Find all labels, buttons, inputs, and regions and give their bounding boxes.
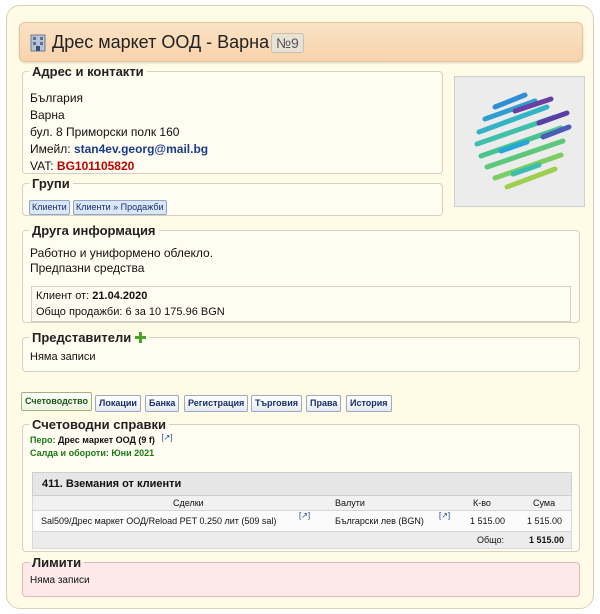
account-table-header: Сделки Валути К-во Сума bbox=[32, 496, 572, 511]
company-logo bbox=[454, 76, 585, 207]
deal-external-link-icon[interactable]: [↗] bbox=[299, 511, 310, 520]
representatives-legend: Представители bbox=[29, 330, 149, 345]
email-label: Имейл: bbox=[30, 142, 71, 156]
accounting-section: Счетоводни справки Перо: Дрес маркет ООД… bbox=[22, 417, 580, 552]
total-label: Общо: bbox=[477, 535, 504, 545]
other-info-legend: Друга информация bbox=[32, 223, 156, 238]
row-sum: 1 515.00 bbox=[527, 516, 563, 526]
globe-logo-icon bbox=[474, 92, 572, 190]
other-info-line-1: Работно и униформено облекло. bbox=[30, 246, 214, 260]
tab-locations[interactable]: Локации bbox=[95, 395, 141, 412]
client-since-label: Клиент от: bbox=[36, 290, 90, 302]
col-qty: К-во bbox=[473, 498, 491, 508]
tab-trade[interactable]: Търговия bbox=[251, 395, 303, 412]
email-row: Имейл: stan4ev.georg@mail.bg bbox=[30, 142, 208, 156]
vat-label: VAT: bbox=[30, 159, 54, 173]
groups-legend: Групи bbox=[32, 176, 70, 191]
accounting-legend: Счетоводни справки bbox=[32, 417, 166, 432]
tab-rights[interactable]: Права bbox=[306, 395, 342, 412]
other-info-line-2: Предпазни средства bbox=[30, 261, 145, 275]
representatives-empty: Няма записи bbox=[30, 351, 96, 363]
add-representative-icon[interactable] bbox=[134, 332, 146, 343]
col-currency: Валути bbox=[335, 498, 365, 508]
building-icon bbox=[30, 34, 46, 52]
tab-history[interactable]: История bbox=[346, 395, 392, 412]
account-table-title: 411. Вземания от клиенти bbox=[32, 472, 572, 496]
pero-external-link-icon[interactable]: [↗] bbox=[161, 433, 172, 442]
col-sum: Сума bbox=[533, 498, 556, 508]
limits-section: Лимити Няма записи bbox=[22, 555, 580, 597]
vat-row: VAT: BG101105820 bbox=[30, 159, 134, 173]
client-since-value: 21.04.2020 bbox=[92, 290, 148, 302]
address-country: България bbox=[30, 91, 84, 105]
table-row: Sal509/Дрес маркет ООД/Reload PET 0.250 … bbox=[32, 511, 572, 532]
representatives-title: Представители bbox=[32, 330, 132, 345]
group-tag-clients-sales[interactable]: Клиенти » Продажби bbox=[73, 200, 167, 215]
address-city: Варна bbox=[30, 108, 65, 122]
table-total-row: Общо: 1 515.00 bbox=[32, 532, 572, 549]
groups-section: Групи Клиенти Клиенти » Продажби bbox=[22, 176, 443, 216]
representatives-section: Представители Няма записи bbox=[22, 330, 580, 372]
other-info-section: Друга информация Работно и униформено об… bbox=[22, 223, 580, 323]
title-bar: Дрес маркет ООД - Варна №9 bbox=[19, 22, 583, 62]
total-sales: Общо продажби: 6 за 10 175.96 BGN bbox=[36, 306, 225, 318]
tab-registration[interactable]: Регистрация bbox=[184, 395, 249, 412]
group-tag-clients[interactable]: Клиенти bbox=[29, 200, 70, 215]
currency-external-link-icon[interactable]: [↗] bbox=[439, 511, 450, 520]
client-since-row: Клиент от: 21.04.2020 bbox=[36, 290, 147, 302]
address-section: Адрес и контакти България Варна бул. 8 П… bbox=[22, 64, 443, 174]
balances-link[interactable]: Салда и обороти: Юни 2021 bbox=[30, 448, 154, 458]
col-deals: Сделки bbox=[173, 498, 204, 508]
row-deal: Sal509/Дрес маркет ООД/Reload PET 0.250 … bbox=[41, 516, 277, 526]
client-summary-box: Клиент от: 21.04.2020 Общо продажби: 6 з… bbox=[31, 286, 571, 322]
total-value: 1 515.00 bbox=[529, 535, 565, 545]
vat-value: BG101105820 bbox=[56, 159, 135, 173]
row-qty: 1 515.00 bbox=[470, 516, 506, 526]
limits-legend: Лимити bbox=[32, 555, 82, 570]
page-container: Дрес маркет ООД - Варна №9 Адрес и конта… bbox=[6, 5, 594, 609]
pero-label: Перо: bbox=[30, 435, 56, 445]
limits-empty: Няма записи bbox=[30, 575, 90, 586]
page-title: Дрес маркет ООД - Варна bbox=[52, 32, 270, 52]
email-link[interactable]: stan4ev.georg@mail.bg bbox=[74, 142, 208, 156]
pero-row: Перо: Дрес маркет ООД (9 f) [↗] bbox=[30, 433, 173, 445]
tab-accounting[interactable]: Счетоводство bbox=[21, 392, 92, 411]
address-street: бул. 8 Приморски полк 160 bbox=[30, 125, 180, 139]
record-number-badge: №9 bbox=[271, 33, 304, 53]
address-legend: Адрес и контакти bbox=[32, 64, 144, 79]
row-currency: Български лев (BGN) bbox=[335, 516, 424, 526]
pero-value[interactable]: Дрес маркет ООД (9 f) bbox=[58, 435, 155, 445]
tab-bank[interactable]: Банка bbox=[145, 395, 180, 412]
